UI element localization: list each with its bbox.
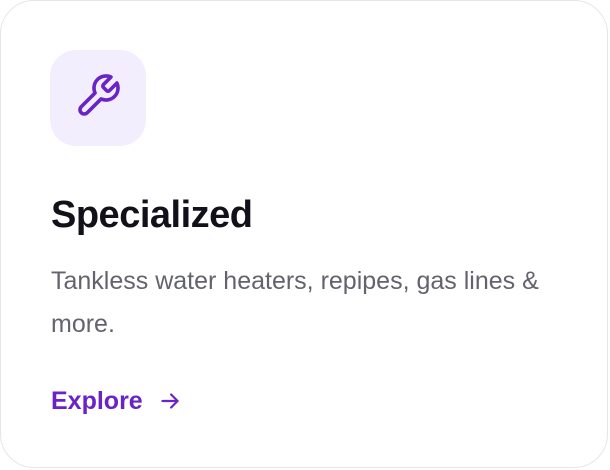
- wrench-icon: [74, 72, 122, 125]
- card-description: Tankless water heaters, repipes, gas lin…: [51, 267, 539, 338]
- arrow-right-icon: [157, 388, 183, 414]
- explore-label: Explore: [51, 387, 143, 415]
- icon-tile: [50, 50, 146, 146]
- explore-link[interactable]: Explore: [51, 382, 183, 420]
- card-title: Specialized: [51, 194, 253, 236]
- service-card: Specialized Tankless water heaters, repi…: [0, 0, 608, 468]
